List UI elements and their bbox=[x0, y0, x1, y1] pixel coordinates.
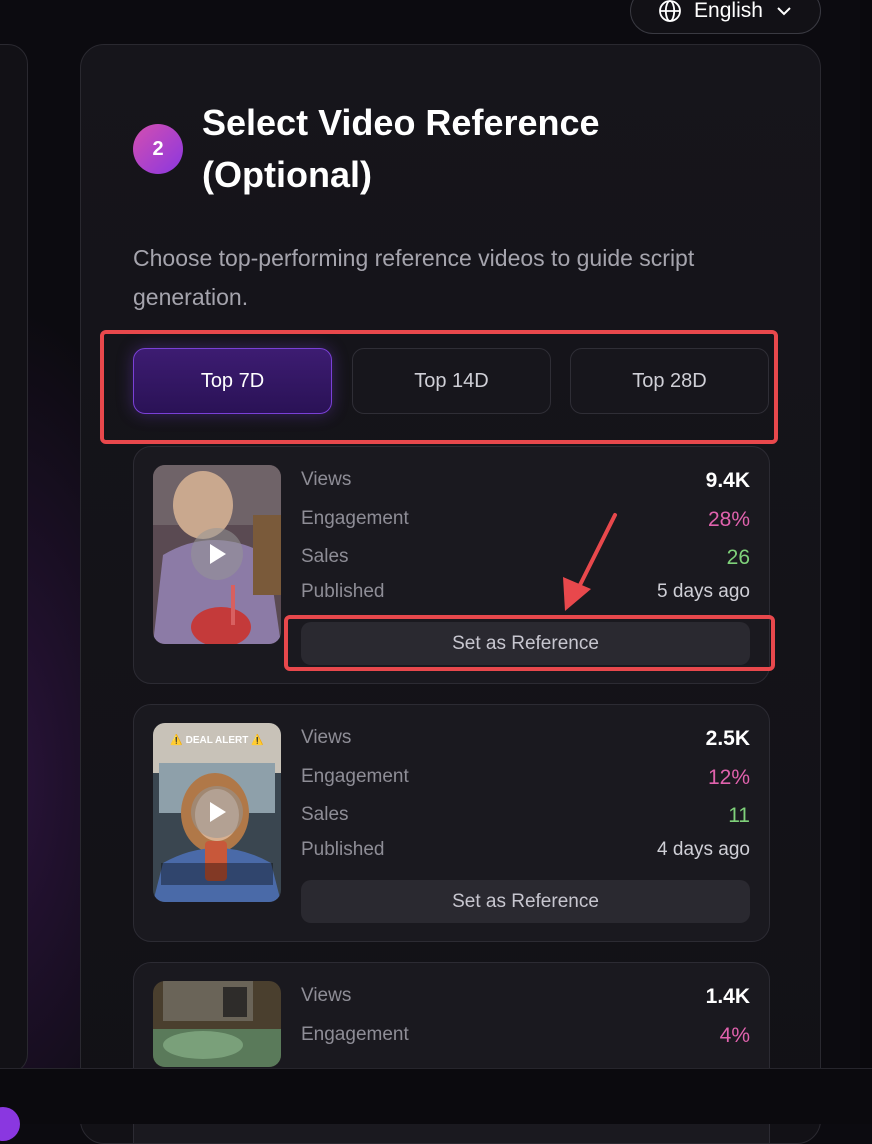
left-panel-edge bbox=[0, 44, 28, 1074]
engagement-value: 4% bbox=[719, 1024, 750, 1047]
sales-label: Sales bbox=[301, 804, 349, 825]
window-edge bbox=[860, 0, 872, 1124]
engagement-value: 12% bbox=[707, 766, 750, 789]
video-thumbnail[interactable] bbox=[153, 981, 281, 1067]
button-highlight-box bbox=[284, 615, 775, 671]
step-badge: 2 bbox=[133, 124, 183, 174]
play-icon[interactable] bbox=[191, 786, 243, 838]
views-label: Views bbox=[301, 985, 352, 1006]
engagement-label: Engagement bbox=[301, 1024, 409, 1045]
annotation-arrow-icon bbox=[563, 513, 617, 611]
globe-icon bbox=[658, 0, 682, 23]
sales-value: 11 bbox=[728, 804, 750, 827]
sales-label: Sales bbox=[301, 546, 349, 567]
set-as-reference-button[interactable]: Set as Reference bbox=[301, 880, 750, 923]
play-icon[interactable] bbox=[191, 528, 243, 580]
video-thumbnail[interactable]: ⚠️ DEAL ALERT ⚠️ bbox=[153, 723, 281, 902]
language-selector[interactable]: English bbox=[630, 0, 821, 34]
engagement-label: Engagement bbox=[301, 766, 409, 787]
views-value: 1.4K bbox=[705, 985, 750, 1008]
language-label: English bbox=[694, 0, 763, 22]
video-thumbnail[interactable] bbox=[153, 465, 281, 644]
engagement-label: Engagement bbox=[301, 508, 409, 529]
views-label: Views bbox=[301, 727, 352, 748]
published-value: 5 days ago bbox=[657, 581, 750, 602]
engagement-value: 28% bbox=[707, 508, 750, 531]
views-value: 2.5K bbox=[705, 727, 750, 750]
published-label: Published bbox=[301, 581, 385, 602]
chevron-down-icon bbox=[775, 2, 793, 20]
section-description: Choose top-performing reference videos t… bbox=[133, 245, 695, 310]
published-value: 4 days ago bbox=[657, 839, 750, 860]
thumbnail-overlay-text: ⚠️ DEAL ALERT ⚠️ bbox=[170, 735, 264, 746]
bottom-bar bbox=[0, 1068, 872, 1124]
video-reference-panel: 2 Select Video Reference (Optional) Choo… bbox=[80, 44, 821, 1144]
tabs-highlight-box bbox=[100, 330, 778, 444]
sales-value: 26 bbox=[726, 546, 750, 569]
views-label: Views bbox=[301, 469, 352, 490]
video-card: ⚠️ DEAL ALERT ⚠️ Views 2.5K Engagement 1… bbox=[133, 704, 770, 942]
views-value: 9.4K bbox=[705, 469, 750, 492]
section-title: Select Video Reference (Optional) bbox=[202, 102, 600, 195]
published-label: Published bbox=[301, 839, 385, 860]
